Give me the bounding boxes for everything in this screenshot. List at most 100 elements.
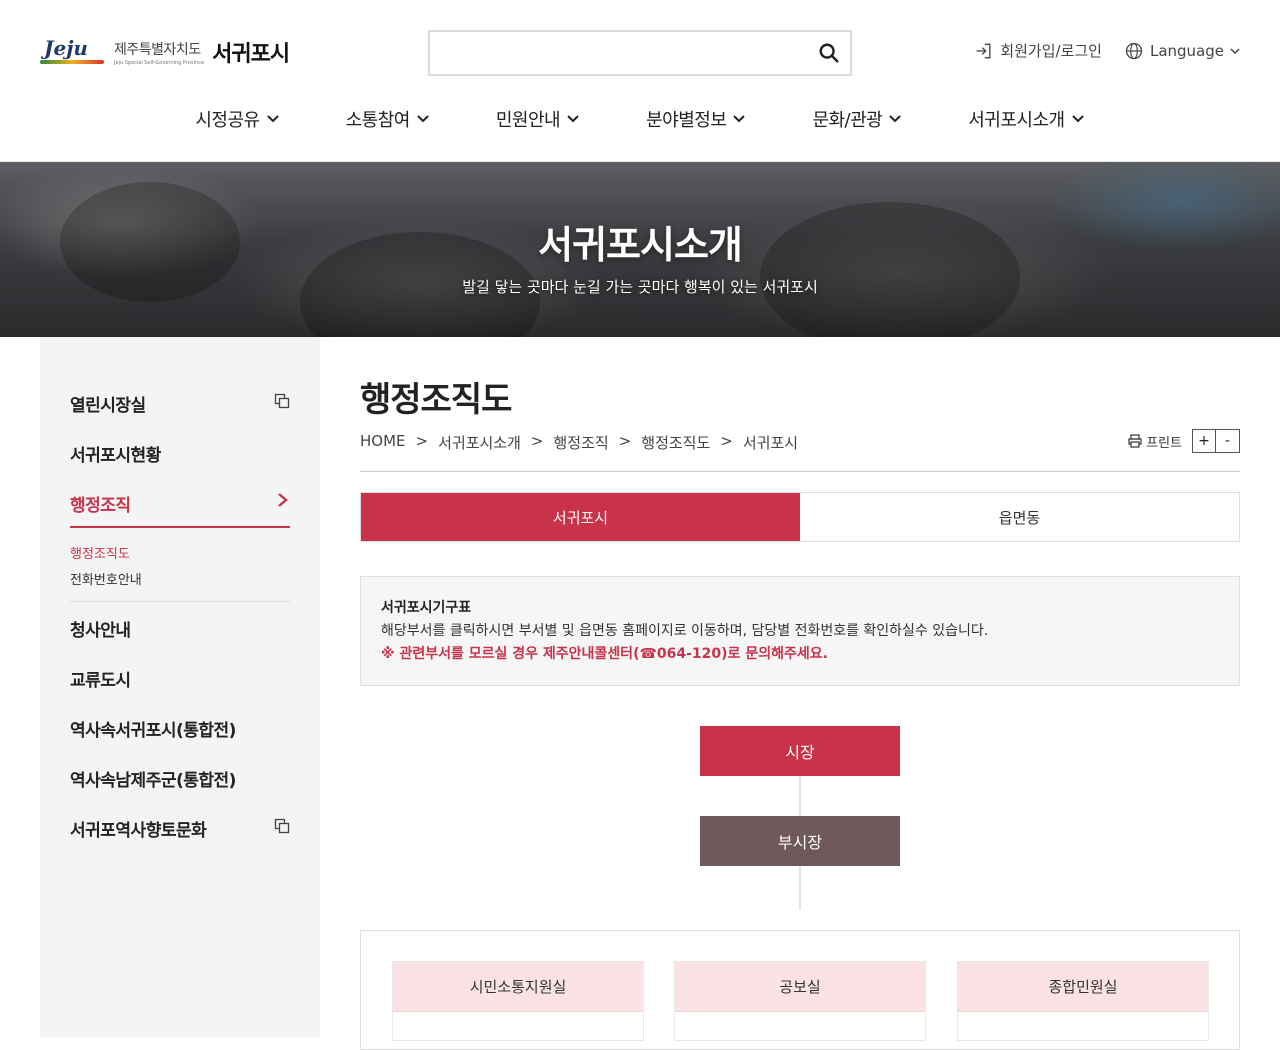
gnb-label: 문화/관광 [812, 110, 883, 131]
org-tabs: 서귀포시 읍면동 [360, 492, 1240, 542]
print-button[interactable]: 프린트 [1128, 432, 1182, 451]
sidebar-item-sister-cities[interactable]: 교류도시 [70, 666, 290, 691]
sidebar-item-status[interactable]: 서귀포시현황 [70, 441, 290, 466]
gnb-menu-4[interactable]: 분야별정보 [646, 106, 746, 132]
search-box [428, 30, 852, 76]
print-label: 프린트 [1146, 435, 1182, 451]
globe-icon [1125, 42, 1143, 59]
new-window-icon [274, 818, 290, 834]
page-title: 행정조직도 [360, 380, 512, 420]
sidebar-item-label: 청사안내 [70, 621, 131, 641]
search-input[interactable] [430, 32, 800, 74]
info-title: 서귀포시기구표 [381, 600, 472, 616]
zoom-out-button[interactable]: - [1216, 429, 1240, 453]
gnb-label: 분야별정보 [646, 110, 727, 131]
logo-brand: Jeju [44, 36, 88, 60]
sidebar-divider [70, 601, 290, 602]
sidebar-item-label: 서귀포역사향토문화 [70, 821, 207, 841]
info-description: 해당부서를 클릭하시면 부서별 및 읍면동 홈페이지로 이동하며, 담당별 전화… [381, 623, 989, 639]
chevron-down-icon [567, 115, 579, 123]
sidebar-item-label: 행정조직 [70, 496, 131, 516]
login-link[interactable]: 회원가입/로그인 [974, 40, 1102, 61]
org-connector [799, 776, 801, 816]
org-mayor[interactable]: 시장 [700, 726, 900, 776]
dept-head[interactable]: 종합민원실 [958, 962, 1208, 1012]
dept-card: 공보실 [674, 961, 926, 1041]
gnb-menu-6[interactable]: 서귀포시소개 [968, 106, 1084, 132]
sidebar-subitem-org-chart[interactable]: 행정조직도 [70, 543, 130, 562]
sidebar-item-history-namjeju[interactable]: 역사속남제주군(통합전) [70, 766, 290, 791]
dept-head[interactable]: 시민소통지원실 [393, 962, 643, 1012]
sidebar-item-building[interactable]: 청사안내 [70, 616, 290, 641]
banner-subtitle: 발길 닿는 곳마다 눈길 가는 곳마다 행복이 있는 서귀포시 [462, 278, 818, 296]
jeju-logo-mark: Jeju [40, 36, 106, 68]
breadcrumb-home[interactable]: HOME [360, 432, 406, 453]
logo-text: 제주특별자치도 Jeju Special Self-Governing Prov… [114, 39, 204, 66]
logo-province-en: Jeju Special Self-Governing Province [114, 59, 205, 66]
language-label: Language [1149, 41, 1224, 60]
breadcrumb-separator: > [720, 432, 733, 450]
dept-head[interactable]: 공보실 [675, 962, 925, 1012]
sidebar-item-history-seogwipo[interactable]: 역사속서귀포시(통합전) [70, 716, 290, 741]
logo-province-ko: 제주특별자치도 [114, 41, 201, 58]
banner-title: 서귀포시소개 [538, 223, 743, 267]
global-nav: 시정공유 소통참여 민원안내 분야별정보 문화/관광 서귀포시소개 [0, 106, 1280, 132]
breadcrumb-item[interactable]: 서귀포시소개 [438, 432, 521, 453]
new-window-icon [274, 393, 290, 409]
breadcrumb-separator: > [530, 432, 544, 450]
active-underline [70, 526, 290, 528]
gnb-menu-5[interactable]: 문화/관광 [812, 106, 902, 132]
left-sidebar: 열린시장실 서귀포시현황 행정조직 행정조직도 전화번호안내 청사안내 교류도시… [40, 337, 320, 1037]
info-box: 서귀포시기구표 해당부서를 클릭하시면 부서별 및 읍면동 홈페이지로 이동하며… [360, 576, 1240, 686]
dept-card: 시민소통지원실 [392, 961, 644, 1041]
login-label: 회원가입/로그인 [1000, 42, 1102, 60]
gnb-menu-2[interactable]: 소통참여 [346, 106, 430, 132]
chevron-down-icon [417, 115, 429, 123]
breadcrumb-item[interactable]: 행정조직도 [641, 432, 710, 453]
tab-seogwipo[interactable]: 서귀포시 [361, 493, 800, 541]
title-divider [360, 471, 1240, 472]
gnb-label: 소통참여 [345, 110, 411, 131]
sidebar-item-organization[interactable]: 행정조직 [70, 491, 290, 516]
gnb-label: 민원안내 [495, 110, 561, 131]
sidebar-item-label: 교류도시 [70, 671, 131, 691]
breadcrumb-separator: > [618, 432, 632, 450]
breadcrumb-current[interactable]: 서귀포시 [743, 432, 798, 453]
site-logo[interactable]: Jeju 제주특별자치도 Jeju Special Self-Governing… [40, 36, 290, 68]
org-connector [799, 866, 801, 910]
breadcrumb-separator: > [415, 432, 429, 450]
gnb-label: 시정공유 [195, 110, 260, 131]
sidebar-item-open-mayor[interactable]: 열린시장실 [70, 391, 290, 416]
utility-menu: 회원가입/로그인 Language [974, 40, 1240, 61]
breadcrumb-item[interactable]: 행정조직 [553, 432, 608, 453]
sidebar-subitem-phone[interactable]: 전화번호안내 [70, 569, 142, 588]
printer-icon [1128, 434, 1142, 448]
gnb-menu-3[interactable]: 민원안내 [496, 106, 580, 132]
chevron-down-icon [889, 115, 901, 123]
sidebar-item-label: 열린시장실 [70, 396, 146, 416]
chevron-down-icon [266, 115, 279, 123]
tab-eupmyeondong[interactable]: 읍면동 [800, 493, 1239, 541]
dept-card: 종합민원실 [957, 961, 1209, 1041]
gnb-menu-1[interactable]: 시정공유 [195, 106, 279, 132]
chevron-down-icon [733, 115, 746, 123]
gnb-label: 서귀포시소개 [968, 110, 1065, 131]
zoom-in-button[interactable]: + [1192, 429, 1216, 453]
page-tools: 프린트 + - [1128, 429, 1240, 453]
sidebar-item-label: 역사속남제주군(통합전) [70, 771, 236, 791]
org-vice-mayor[interactable]: 부시장 [700, 816, 900, 866]
chevron-down-icon [1230, 47, 1240, 54]
logo-city: 서귀포시 [212, 42, 290, 67]
language-selector[interactable]: Language [1124, 41, 1240, 61]
logo-swoosh [40, 60, 104, 64]
sidebar-item-local-culture[interactable]: 서귀포역사향토문화 [70, 816, 290, 841]
breadcrumb: HOME > 서귀포시소개 > 행정조직 > 행정조직도 > 서귀포시 [360, 432, 798, 453]
sidebar-item-label: 서귀포시현황 [70, 446, 161, 466]
search-icon[interactable] [818, 42, 840, 64]
site-header: Jeju 제주특별자치도 Jeju Special Self-Governing… [0, 0, 1280, 162]
login-icon [976, 43, 991, 58]
chevron-down-icon [1071, 115, 1084, 123]
sub-visual-banner: 서귀포시소개 발길 닿는 곳마다 눈길 가는 곳마다 행복이 있는 서귀포시 [0, 162, 1280, 337]
info-warning: ※ 관련부서를 모르실 경우 제주안내콜센터(☎064-120)로 문의해주세요… [381, 646, 828, 662]
chevron-right-icon [278, 493, 288, 507]
